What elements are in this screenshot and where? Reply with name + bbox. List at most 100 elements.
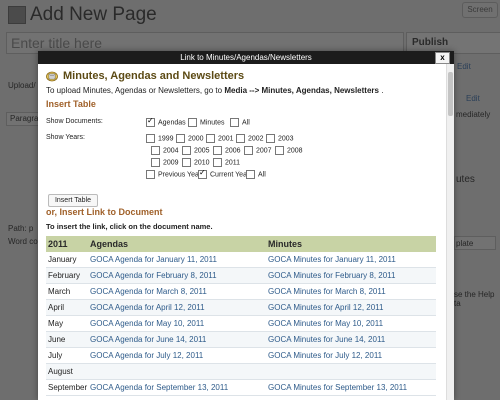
month-cell: May xyxy=(46,315,88,332)
intro-suffix: . xyxy=(381,86,384,95)
dialog-heading-text: Minutes, Agendas and Newsletters xyxy=(63,70,245,82)
year-option-2003[interactable]: 2003 xyxy=(266,134,294,143)
year-option-2007[interactable]: 2007 xyxy=(244,146,272,155)
checkbox-icon[interactable] xyxy=(206,134,215,143)
table-row: May GOCA Agenda for May 10, 2011 GOCA Mi… xyxy=(46,315,436,332)
edit-link-2[interactable]: Edit xyxy=(466,94,480,103)
agenda-link[interactable]: GOCA Agenda for May 10, 2011 xyxy=(88,315,266,332)
dialog-heading: Minutes, Agendas and Newsletters xyxy=(46,70,244,82)
year-option-2010[interactable]: 2010 xyxy=(182,158,210,167)
month-cell: January xyxy=(46,252,88,268)
scrollbar-thumb[interactable] xyxy=(448,72,453,116)
agenda-link[interactable]: GOCA Agenda for June 14, 2011 xyxy=(88,331,266,348)
checkbox-icon[interactable] xyxy=(176,134,185,143)
upload-label: Upload/ xyxy=(8,81,36,90)
immediately-label: mediately xyxy=(456,110,491,119)
path-label: Path: p xyxy=(8,224,34,233)
documents-table: 2011 Agendas Minutes January GOCA Agenda… xyxy=(46,236,436,396)
insert-link-heading: or, Insert Link to Document xyxy=(46,207,163,217)
doc-option-minutes[interactable]: Minutes xyxy=(188,118,225,127)
minutes-link[interactable]: GOCA Minutes for March 8, 2011 xyxy=(266,283,436,300)
help-text: se the Help ta xyxy=(454,290,495,308)
minutes-link[interactable]: GOCA Minutes for April 12, 2011 xyxy=(266,299,436,316)
checkbox-icon[interactable] xyxy=(213,146,222,155)
agenda-link[interactable]: GOCA Agenda for March 8, 2011 xyxy=(88,283,266,300)
word-count-label: Word co xyxy=(8,237,38,246)
show-documents-label: Show Documents: xyxy=(46,118,103,125)
year-option-1999[interactable]: 1999 xyxy=(146,134,174,143)
minutes-link[interactable]: GOCA Minutes for September 13, 2011 xyxy=(266,379,436,396)
year-option-2004[interactable]: 2004 xyxy=(151,146,179,155)
checkbox-icon[interactable] xyxy=(266,134,275,143)
agenda-link[interactable]: GOCA Agenda for April 12, 2011 xyxy=(88,299,266,316)
year-option-2005[interactable]: 2005 xyxy=(182,146,210,155)
table-row: June GOCA Agenda for June 14, 2011 GOCA … xyxy=(46,331,436,348)
checkbox-icon[interactable] xyxy=(246,170,255,179)
insert-table-heading: Insert Table xyxy=(46,99,96,109)
checkbox-icon[interactable] xyxy=(244,146,253,155)
agenda-link[interactable]: GOCA Agenda for January 11, 2011 xyxy=(88,252,266,268)
edit-link-1[interactable]: Edit xyxy=(457,62,471,71)
table-header-agendas: Agendas xyxy=(88,236,266,252)
dialog-scrollbar[interactable] xyxy=(446,64,454,400)
table-row: March GOCA Agenda for March 8, 2011 GOCA… xyxy=(46,283,436,300)
minutes-link[interactable]: GOCA Minutes for May 10, 2011 xyxy=(266,315,436,332)
table-row: January GOCA Agenda for January 11, 2011… xyxy=(46,252,436,268)
insert-table-button[interactable]: Insert Table xyxy=(48,194,98,207)
minutes-link[interactable]: GOCA Minutes for February 8, 2011 xyxy=(266,267,436,284)
checkbox-icon[interactable] xyxy=(146,170,155,179)
agenda-link[interactable]: GOCA Agenda for July 12, 2011 xyxy=(88,347,266,364)
year-option-2011[interactable]: 2011 xyxy=(213,158,240,167)
minutes-link xyxy=(266,363,436,380)
checkbox-icon[interactable] xyxy=(275,146,284,155)
agenda-link[interactable]: GOCA Agenda for February 8, 2011 xyxy=(88,267,266,284)
year-option-previous[interactable]: Previous Year xyxy=(146,170,201,179)
year-option-2009[interactable]: 2009 xyxy=(151,158,179,167)
template-label: plate xyxy=(456,239,474,248)
month-cell: March xyxy=(46,283,88,300)
doc-option-agendas[interactable]: Agendas xyxy=(146,116,186,127)
documents-icon xyxy=(46,71,58,81)
month-cell: July xyxy=(46,347,88,364)
dialog-title: Link to Minutes/Agendas/Newsletters xyxy=(180,53,312,62)
year-option-all[interactable]: All xyxy=(246,170,266,179)
close-icon[interactable]: x xyxy=(435,52,450,64)
month-cell: September xyxy=(46,379,88,396)
box-header-utes: utes xyxy=(456,174,475,185)
intro-prefix: To upload Minutes, Agendas or Newsletter… xyxy=(46,86,223,95)
table-row: July GOCA Agenda for July 12, 2011 GOCA … xyxy=(46,347,436,364)
checkbox-icon[interactable] xyxy=(151,146,160,155)
checkbox-icon[interactable] xyxy=(151,158,160,167)
doc-option-all[interactable]: All xyxy=(230,118,250,127)
year-option-2000[interactable]: 2000 xyxy=(176,134,204,143)
link-dialog: Link to Minutes/Agendas/Newsletters x Mi… xyxy=(38,51,454,400)
checkbox-icon[interactable] xyxy=(198,168,207,179)
agenda-link[interactable]: GOCA Agenda for September 13, 2011 xyxy=(88,379,266,396)
checkbox-icon[interactable] xyxy=(146,134,155,143)
year-option-current[interactable]: Current Year xyxy=(198,168,249,179)
minutes-link[interactable]: GOCA Minutes for June 14, 2011 xyxy=(266,331,436,348)
table-header-minutes: Minutes xyxy=(266,236,436,252)
checkbox-icon[interactable] xyxy=(188,118,197,127)
page-icon xyxy=(8,6,26,24)
checkbox-icon[interactable] xyxy=(230,118,239,127)
year-option-2002[interactable]: 2002 xyxy=(236,134,264,143)
show-years-label: Show Years: xyxy=(46,134,85,141)
checkbox-icon[interactable] xyxy=(213,158,222,167)
year-option-2006[interactable]: 2006 xyxy=(213,146,241,155)
month-cell: June xyxy=(46,331,88,348)
checkbox-icon[interactable] xyxy=(236,134,245,143)
checkbox-icon[interactable] xyxy=(182,158,191,167)
minutes-link[interactable]: GOCA Minutes for July 12, 2011 xyxy=(266,347,436,364)
table-row: February GOCA Agenda for February 8, 201… xyxy=(46,267,436,284)
year-option-2001[interactable]: 2001 xyxy=(206,134,234,143)
table-row: April GOCA Agenda for April 12, 2011 GOC… xyxy=(46,299,436,316)
minutes-link[interactable]: GOCA Minutes for January 11, 2011 xyxy=(266,252,436,268)
year-option-2008[interactable]: 2008 xyxy=(275,146,303,155)
checkbox-icon[interactable] xyxy=(182,146,191,155)
checkbox-icon[interactable] xyxy=(146,116,155,127)
agenda-link xyxy=(88,363,266,380)
screen-options-button[interactable]: Screen xyxy=(462,2,498,18)
month-cell: February xyxy=(46,267,88,284)
month-cell: April xyxy=(46,299,88,316)
